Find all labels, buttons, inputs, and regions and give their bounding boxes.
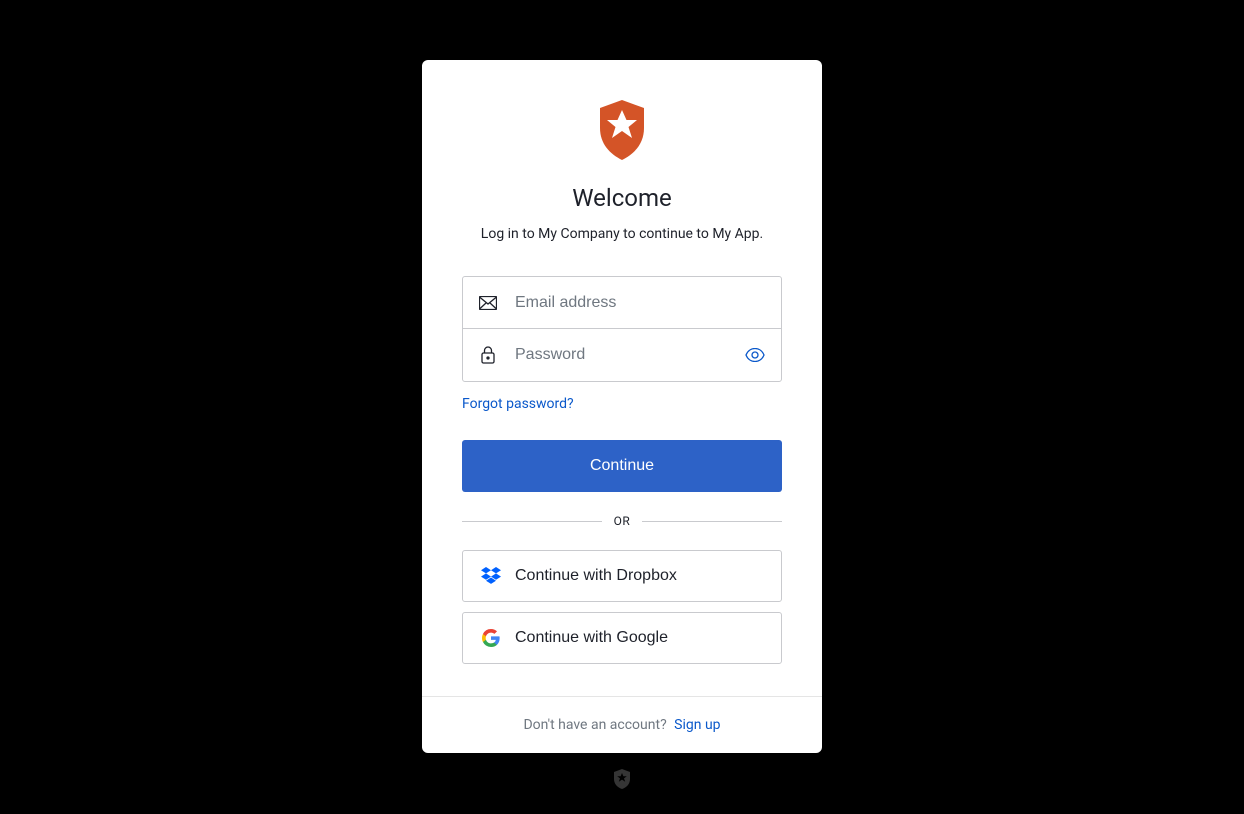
continue-google-button[interactable]: Continue with Google — [462, 612, 782, 664]
email-row[interactable] — [463, 277, 781, 329]
divider: OR — [462, 514, 782, 528]
lock-icon — [479, 346, 497, 364]
auth0-logo-icon — [596, 100, 648, 160]
login-card: Welcome Log in to My Company to continue… — [422, 60, 822, 753]
auth0-badge-icon — [613, 769, 631, 789]
divider-line-left — [462, 521, 602, 522]
credentials-group — [462, 276, 782, 382]
card-footer: Don't have an account? Sign up — [422, 696, 822, 753]
google-icon — [481, 628, 501, 648]
google-button-label: Continue with Google — [515, 629, 668, 647]
signup-prompt: Don't have an account? — [523, 717, 666, 733]
password-input[interactable] — [515, 346, 745, 364]
divider-label: OR — [602, 514, 643, 528]
continue-dropbox-button[interactable]: Continue with Dropbox — [462, 550, 782, 602]
divider-line-right — [642, 521, 782, 522]
dropbox-button-label: Continue with Dropbox — [515, 567, 677, 585]
card-body: Welcome Log in to My Company to continue… — [422, 60, 822, 696]
forgot-password-link[interactable]: Forgot password? — [462, 396, 574, 412]
dropbox-icon — [481, 566, 501, 586]
page-title: Welcome — [572, 184, 672, 212]
email-input[interactable] — [515, 294, 765, 312]
show-password-icon[interactable] — [745, 345, 765, 365]
mail-icon — [479, 294, 497, 312]
password-row[interactable] — [463, 329, 781, 381]
signup-link[interactable]: Sign up — [674, 717, 720, 733]
continue-button[interactable]: Continue — [462, 440, 782, 492]
page-subtitle: Log in to My Company to continue to My A… — [481, 226, 763, 242]
